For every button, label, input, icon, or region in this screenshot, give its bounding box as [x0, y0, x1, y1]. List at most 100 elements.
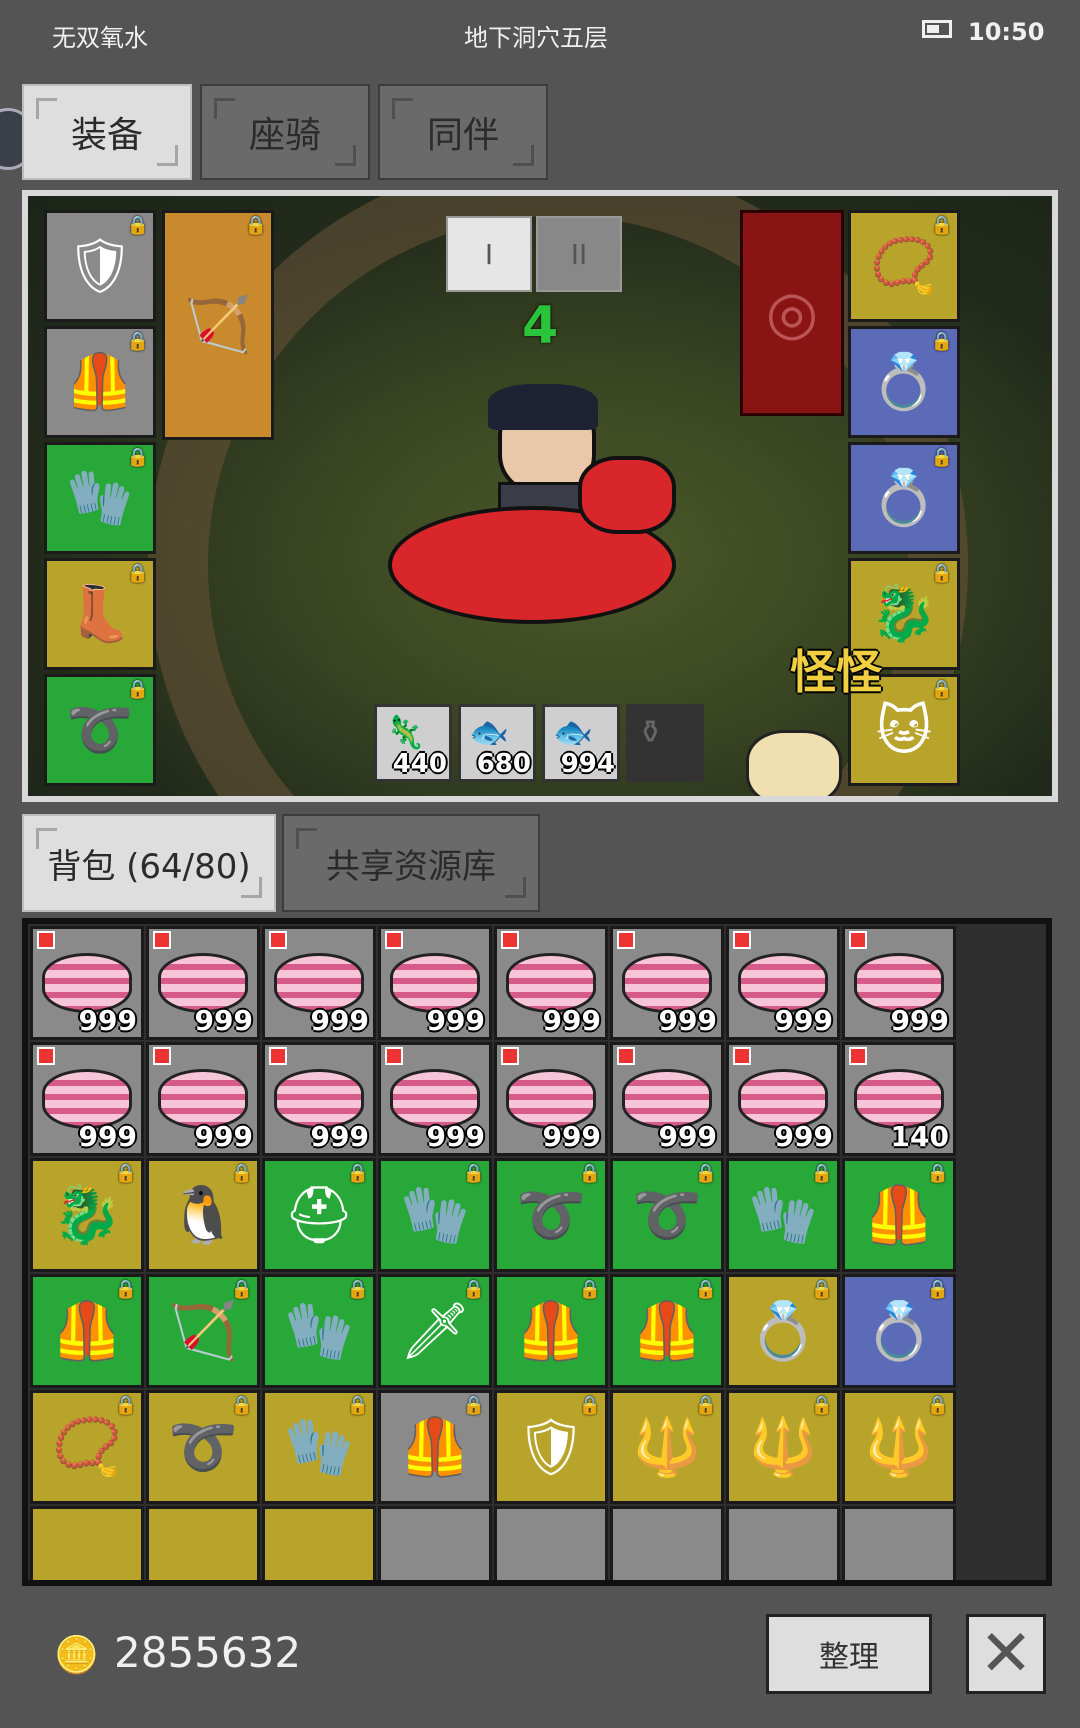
- inventory-slot[interactable]: 🧤 🔒: [262, 1390, 376, 1504]
- lock-icon: 🔒: [926, 1395, 949, 1416]
- inventory-slot[interactable]: 🧤 🔒: [262, 1274, 376, 1388]
- equip-slot-ring-2[interactable]: 💍 🔒: [848, 442, 960, 554]
- banner-slot[interactable]: ◎: [740, 210, 844, 416]
- tab-equipment[interactable]: 装备: [22, 84, 192, 180]
- lock-icon: 🔒: [230, 1395, 253, 1416]
- inventory-slot[interactable]: [494, 1506, 608, 1580]
- inventory-slot[interactable]: [146, 1506, 260, 1580]
- inventory-slot[interactable]: 🧤 🔒: [378, 1158, 492, 1272]
- tab-backpack[interactable]: 背包 (64/80): [22, 814, 276, 912]
- lock-icon: 🔒: [930, 563, 953, 584]
- inventory-slot[interactable]: 🔱 🔒: [610, 1390, 724, 1504]
- inventory-slot[interactable]: ➰ 🔒: [610, 1158, 724, 1272]
- close-button[interactable]: ✕: [966, 1614, 1046, 1694]
- inventory-slot[interactable]: 🏹 🔒: [146, 1274, 260, 1388]
- inventory-slot[interactable]: 🔱 🔒: [842, 1390, 956, 1504]
- battery-icon: [922, 20, 952, 38]
- dragon-scale-icon: 🦎: [385, 713, 425, 751]
- new-tag-icon: [269, 931, 287, 949]
- inventory-slot[interactable]: 🐧 🔒: [146, 1158, 260, 1272]
- spear-icon: 🔱: [748, 1415, 818, 1480]
- equip-slot-ring-1[interactable]: 💍 🔒: [848, 326, 960, 438]
- equip-slot-chest[interactable]: 🦺 🔒: [44, 326, 156, 438]
- inventory-slot[interactable]: 🦺 🔒: [494, 1274, 608, 1388]
- inventory-slot[interactable]: 🛡 🔒: [494, 1390, 608, 1504]
- inventory-slot[interactable]: 🦺 🔒: [30, 1274, 144, 1388]
- inventory-slot[interactable]: ➰ 🔒: [494, 1158, 608, 1272]
- inventory-slot[interactable]: [610, 1506, 724, 1580]
- inventory-slot[interactable]: 999: [726, 926, 840, 1040]
- inventory-slot[interactable]: ⛑ 🔒: [262, 1158, 376, 1272]
- item-count: 999: [78, 1004, 137, 1037]
- lock-icon: 🔒: [930, 679, 953, 700]
- inventory-slot[interactable]: 🔱 🔒: [726, 1390, 840, 1504]
- lock-icon: 🔒: [126, 215, 149, 236]
- equip-slot-belt[interactable]: ➰ 🔒: [44, 674, 156, 786]
- lock-icon: 🔒: [578, 1279, 601, 1300]
- inventory-slot[interactable]: [262, 1506, 376, 1580]
- phase-button-1[interactable]: I: [446, 216, 532, 292]
- resource-empty-slot[interactable]: ⚱: [626, 704, 704, 782]
- inventory-slot[interactable]: 140: [842, 1042, 956, 1156]
- inventory-slot[interactable]: 🐉 🔒: [30, 1158, 144, 1272]
- gauntlet-icon: 🧤: [400, 1183, 470, 1248]
- equip-slot-boots[interactable]: 👢 🔒: [44, 558, 156, 670]
- belt-icon: ➰: [168, 1415, 238, 1480]
- inventory-slot[interactable]: 🦺 🔒: [610, 1274, 724, 1388]
- resource-fish-2[interactable]: 🐟 994: [542, 704, 620, 782]
- inventory-slot[interactable]: 💍 🔒: [726, 1274, 840, 1388]
- inventory-slot[interactable]: 📿 🔒: [30, 1390, 144, 1504]
- item-count: 999: [890, 1004, 949, 1037]
- inventory-slot[interactable]: 💍 🔒: [842, 1274, 956, 1388]
- lock-icon: 🔒: [114, 1163, 137, 1184]
- inventory-slot[interactable]: 999: [262, 1042, 376, 1156]
- inventory-slot[interactable]: [378, 1506, 492, 1580]
- inventory-slot[interactable]: ➰ 🔒: [146, 1390, 260, 1504]
- lock-icon: 🔒: [346, 1395, 369, 1416]
- inventory-slot[interactable]: 999: [610, 926, 724, 1040]
- inventory-slot[interactable]: 🦺 🔒: [378, 1390, 492, 1504]
- gauntlet-icon: 🧤: [66, 466, 134, 529]
- tab-shared-storage[interactable]: 共享资源库: [282, 814, 540, 912]
- inventory-slot[interactable]: 🗡 🔒: [378, 1274, 492, 1388]
- location-title: 地下洞穴五层: [464, 24, 608, 52]
- equip-slot-armor[interactable]: 🛡 🔒: [44, 210, 156, 322]
- resource-dragon-scale[interactable]: 🦎 440: [374, 704, 452, 782]
- inventory-slot[interactable]: 🦺 🔒: [842, 1158, 956, 1272]
- item-count: 999: [658, 1004, 717, 1037]
- lock-icon: 🔒: [230, 1163, 253, 1184]
- inventory-slot[interactable]: 999: [494, 926, 608, 1040]
- inventory-slot[interactable]: 999: [30, 1042, 144, 1156]
- resource-fish-1[interactable]: 🐟 680: [458, 704, 536, 782]
- inventory-slot[interactable]: 999: [262, 926, 376, 1040]
- sword-icon: 🗡: [399, 1299, 471, 1364]
- lock-icon: 🔒: [462, 1395, 485, 1416]
- equip-slot-necklace[interactable]: 📿 🔒: [848, 210, 960, 322]
- inventory-slot[interactable]: 999: [842, 926, 956, 1040]
- inventory-slot[interactable]: [30, 1506, 144, 1580]
- lock-icon: 🔒: [930, 447, 953, 468]
- sort-button[interactable]: 整理: [766, 1614, 932, 1694]
- fish-icon: 🐟: [553, 713, 593, 751]
- item-count: 999: [542, 1120, 601, 1153]
- inventory-slot[interactable]: [842, 1506, 956, 1580]
- lock-icon: 🔒: [462, 1279, 485, 1300]
- tab-companion[interactable]: 同伴: [378, 84, 548, 180]
- inventory-slot[interactable]: 999: [378, 926, 492, 1040]
- inventory-slot[interactable]: 999: [378, 1042, 492, 1156]
- inventory-slot[interactable]: 🧤 🔒: [726, 1158, 840, 1272]
- inventory-slot[interactable]: 999: [726, 1042, 840, 1156]
- tab-mount[interactable]: 座骑: [200, 84, 370, 180]
- cat-pet-icon: 🐱: [875, 698, 933, 762]
- phase-button-2[interactable]: II: [536, 216, 622, 292]
- equip-slot-gloves[interactable]: 🧤 🔒: [44, 442, 156, 554]
- inventory-slot[interactable]: 999: [610, 1042, 724, 1156]
- inventory-slot[interactable]: 999: [146, 926, 260, 1040]
- inventory-slot[interactable]: 999: [30, 926, 144, 1040]
- equip-slot-weapon[interactable]: 🏹 🔒: [162, 210, 274, 440]
- amulet-icon: 📿: [52, 1415, 122, 1480]
- inventory-slot[interactable]: 999: [146, 1042, 260, 1156]
- inventory-slot[interactable]: [726, 1506, 840, 1580]
- gauntlet-icon: 🧤: [748, 1183, 818, 1248]
- inventory-slot[interactable]: 999: [494, 1042, 608, 1156]
